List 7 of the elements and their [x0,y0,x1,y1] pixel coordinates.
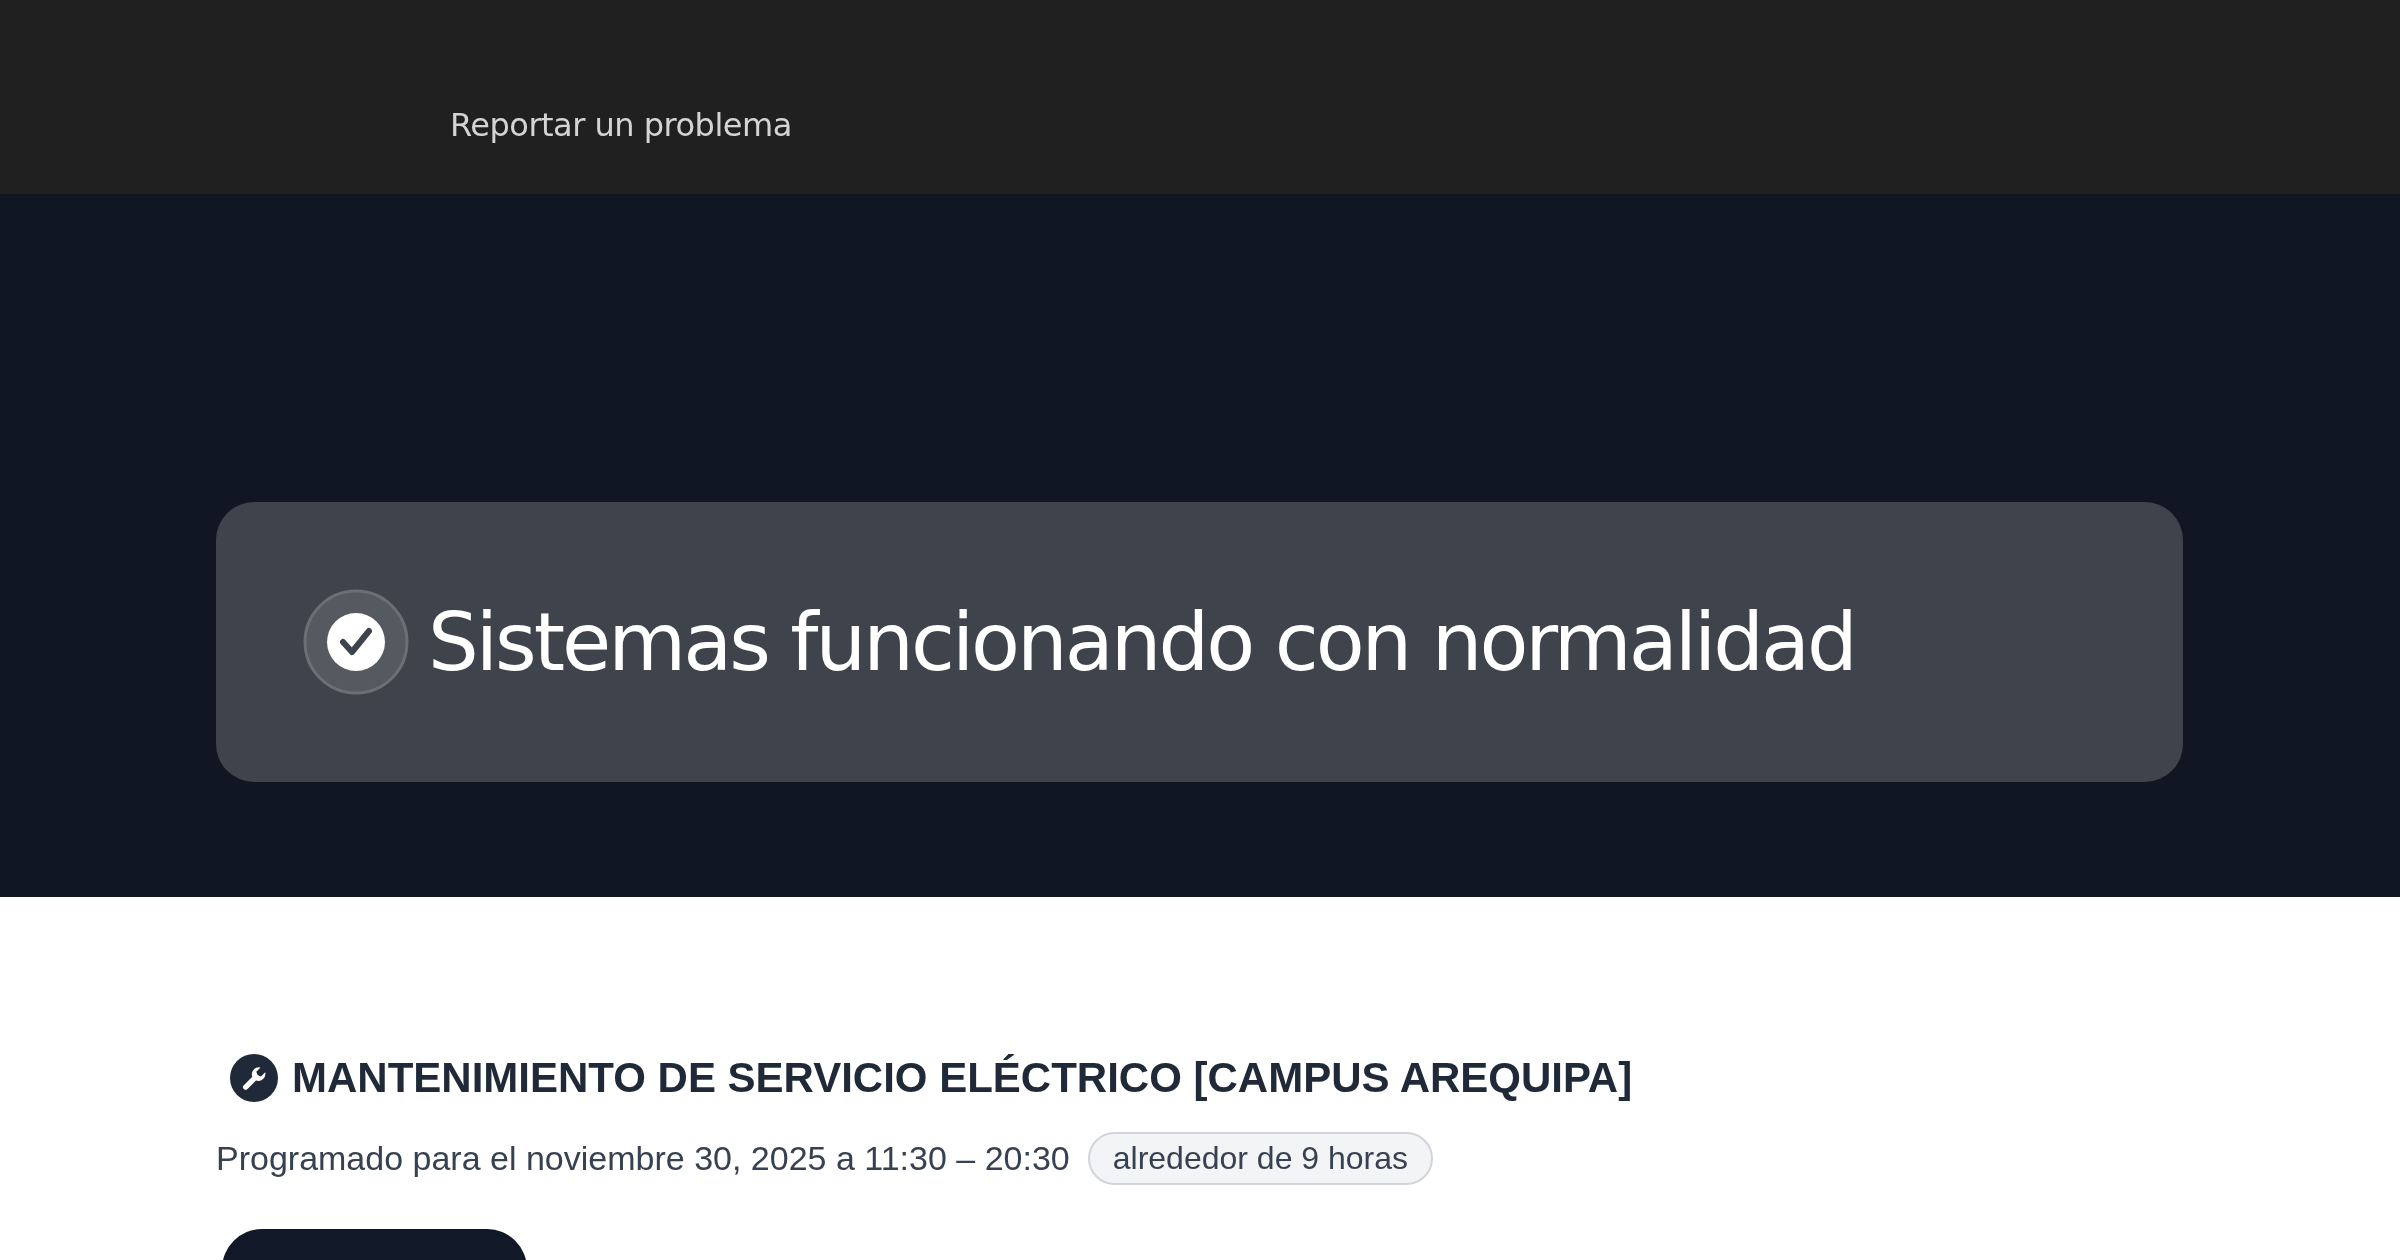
status-title: Sistemas funcionando con normalidad [428,595,1855,689]
check-circle-icon [303,589,409,695]
wrench-icon [230,1054,278,1102]
maintenance-title: MANTENIMIENTO DE SERVICIO ELÉCTRICO [CAMPUS AREQUIPA] [292,1054,1633,1102]
report-problem-link[interactable]: Reportar un problema [450,106,792,144]
schedule-text: Programado para el noviembre 30, 2025 a 11:30 – 20:30 [216,1139,1070,1178]
duration-tag: alrededor de 9 horas [1087,1132,1434,1185]
